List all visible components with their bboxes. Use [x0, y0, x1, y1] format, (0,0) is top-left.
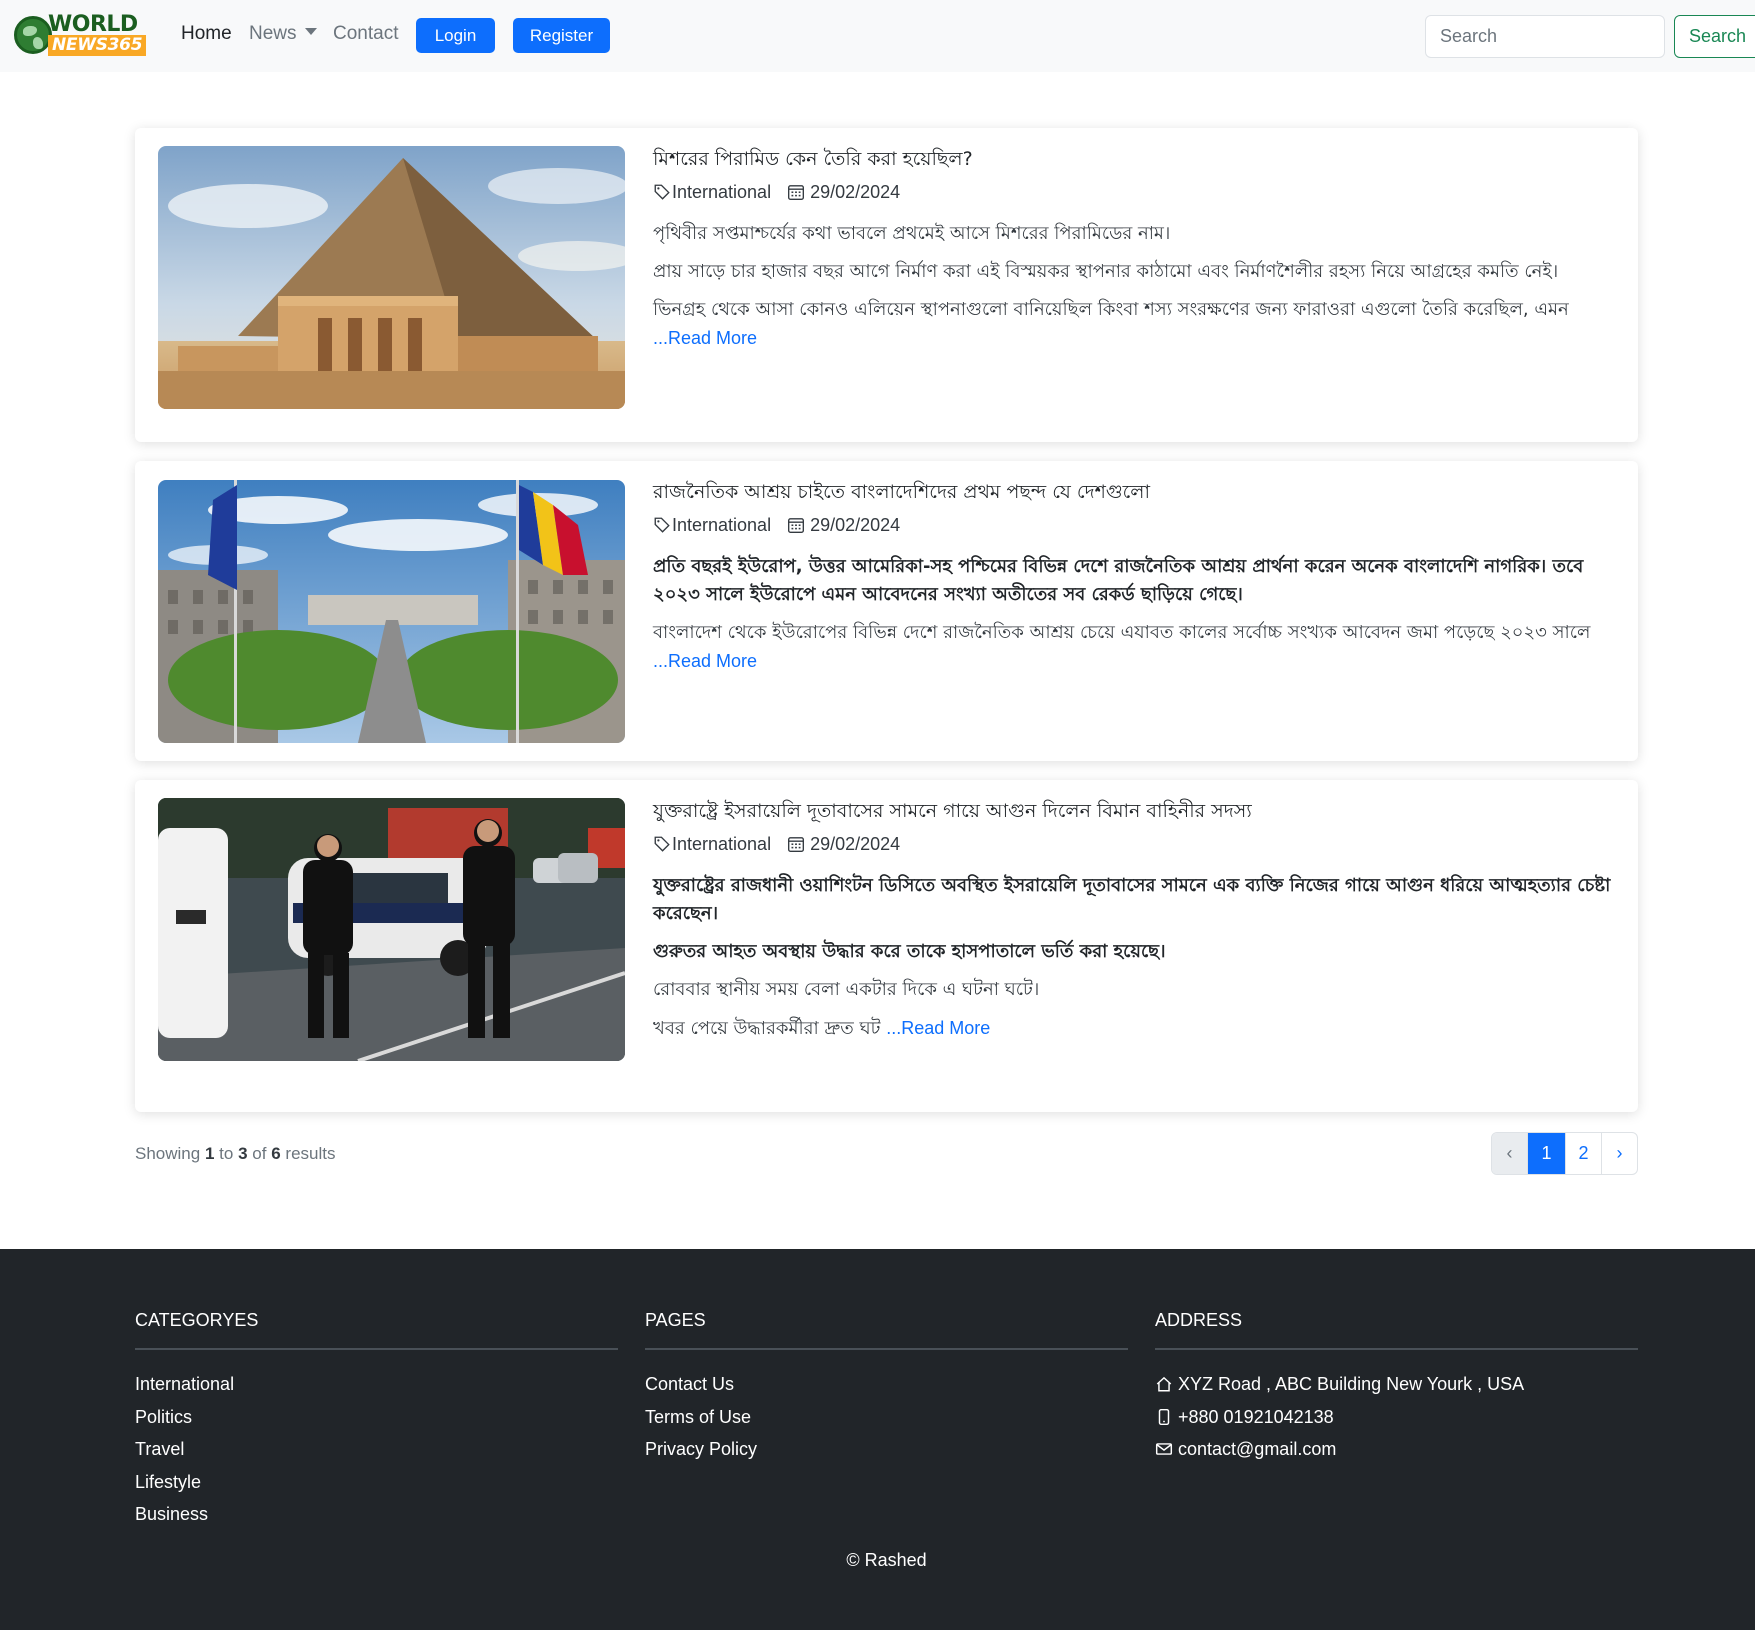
article-category[interactable]: International — [672, 515, 771, 536]
pagination-next-button[interactable]: › — [1601, 1133, 1637, 1174]
article-date: 29/02/2024 — [810, 833, 901, 854]
calendar-icon — [788, 185, 805, 200]
article-excerpt: বাংলাদেশ থেকে ইউরোপের বিভিন্ন দেশে রাজনৈ… — [653, 622, 1591, 643]
footer: CATEGORYES International Politics Travel… — [0, 1249, 1755, 1630]
pagination-prev-button[interactable]: ‹ — [1492, 1133, 1527, 1174]
article-meta: International 29/02/2024 — [653, 174, 1613, 210]
caret-down-icon — [304, 28, 317, 35]
address-phone-text: +880 01921042138 — [1178, 1406, 1334, 1427]
address-phone: +880 01921042138 — [1155, 1401, 1638, 1434]
article-card: মিশরের পিরামিড কেন তৈরি করা হয়েছিল? Int… — [135, 128, 1638, 442]
footer-address-heading: ADDRESS — [1155, 1309, 1638, 1350]
footer-pages-heading: PAGES — [645, 1309, 1128, 1350]
footer-page-link[interactable]: Terms of Use — [645, 1401, 1128, 1434]
phone-icon — [1158, 1408, 1170, 1425]
pagination-page-1[interactable]: 1 — [1527, 1133, 1565, 1174]
article-paragraph: প্রায় সাড়ে চার হাজার বছর আগে নির্মাণ ক… — [653, 261, 1559, 282]
article-meta: International 29/02/2024 — [653, 826, 1613, 862]
article-thumbnail-police[interactable] — [158, 798, 625, 1061]
of-word: of — [252, 1144, 267, 1163]
article-title[interactable]: মিশরের পিরামিড কেন তৈরি করা হয়েছিল? — [653, 144, 1613, 174]
login-button[interactable]: Login — [416, 18, 495, 53]
globe-icon — [14, 16, 52, 54]
calendar-icon — [788, 837, 805, 852]
results-total: 6 — [271, 1144, 281, 1163]
article-title[interactable]: রাজনৈতিক আশ্রয় চাইতে বাংলাদেশিদের প্রথম… — [653, 477, 1613, 507]
house-icon — [1156, 1377, 1172, 1392]
nav-home-link[interactable]: Home — [181, 22, 232, 46]
pagination-page-2[interactable]: 2 — [1565, 1133, 1601, 1174]
article-card: যুক্তরাষ্ট্রে ইসরায়েলি দূতাবাসের সামনে … — [135, 780, 1638, 1112]
article-excerpt: খবর পেয়ে উদ্ধারকর্মীরা দ্রুত ঘট — [653, 1018, 881, 1039]
article-thumbnail-pyramid[interactable] — [158, 146, 625, 409]
article-category[interactable]: International — [672, 834, 771, 855]
article-paragraph: রোববার স্থানীয় সময় বেলা একটার দিকে এ ঘ… — [653, 979, 1040, 1000]
address-email-text[interactable]: contact@gmail.com — [1178, 1433, 1336, 1466]
read-more-link[interactable]: ...Read More — [886, 1018, 990, 1038]
search-input[interactable] — [1425, 15, 1665, 58]
register-button[interactable]: Register — [513, 18, 610, 53]
results-summary: Showing 1 to 3 of 6 results — [135, 1143, 335, 1165]
tag-icon — [654, 836, 670, 852]
search-button[interactable]: Search — [1674, 15, 1755, 58]
article-paragraph: পৃথিবীর সপ্তমাশ্চর্যের কথা ভাবলে প্রথমেই… — [653, 223, 1171, 244]
article-card: রাজনৈতিক আশ্রয় চাইতে বাংলাদেশিদের প্রথম… — [135, 461, 1638, 761]
article-lead: প্রতি বছরই ইউরোপ, উত্তর আমেরিকা-সহ পশ্চি… — [653, 556, 1584, 605]
police-officers-photo — [158, 798, 625, 1061]
pagination: ‹ 1 2 › — [1491, 1132, 1638, 1175]
tag-icon — [654, 517, 670, 533]
envelope-icon — [1155, 1443, 1173, 1456]
address-email: contact@gmail.com — [1155, 1433, 1638, 1466]
article-paragraph: ভিনগ্রহ থেকে আসা কোনও এলিয়েন স্থাপনাগুল… — [653, 296, 1613, 353]
footer-address: ADDRESS XYZ Road , ABC Building New Your… — [1155, 1309, 1638, 1466]
boulevard-flags-photo — [158, 480, 625, 743]
article-lead: গুরুতর আহত অবস্থায় উদ্ধার করে তাকে হাসপ… — [653, 941, 1166, 962]
footer-categories-heading: CATEGORYES — [135, 1309, 618, 1350]
tag-icon — [654, 184, 670, 200]
nav-news-label: News — [249, 23, 297, 44]
article-category[interactable]: International — [672, 182, 771, 203]
results-word: results — [285, 1144, 336, 1163]
to-word: to — [219, 1144, 234, 1163]
site-logo[interactable]: WORLD NEWS365 — [14, 14, 152, 56]
article-title[interactable]: যুক্তরাষ্ট্রে ইসরায়েলি দূতাবাসের সামনে … — [653, 796, 1613, 826]
article-body: রাজনৈতিক আশ্রয় চাইতে বাংলাদেশিদের প্রথম… — [653, 477, 1613, 676]
results-from: 1 — [204, 1144, 215, 1163]
showing-word: Showing — [135, 1144, 201, 1163]
read-more-link[interactable]: ...Read More — [653, 328, 757, 348]
nav-news-dropdown[interactable]: News — [249, 22, 317, 46]
logo-text-news365: NEWS365 — [48, 35, 147, 56]
footer-categories: CATEGORYES International Politics Travel… — [135, 1309, 618, 1531]
footer-page-link[interactable]: Privacy Policy — [645, 1433, 1128, 1466]
footer-category-link[interactable]: Politics — [135, 1401, 618, 1434]
article-lead: যুক্তরাষ্ট্রের রাজধানী ওয়াশিংটন ডিসিতে … — [653, 875, 1611, 924]
navbar: WORLD NEWS365 Home News Contact Login Re… — [0, 0, 1755, 72]
article-paragraph: বাংলাদেশ থেকে ইউরোপের বিভিন্ন দেশে রাজনৈ… — [653, 619, 1613, 676]
footer-page-link[interactable]: Contact Us — [645, 1368, 1128, 1401]
copyright: © Rashed — [846, 1550, 927, 1570]
address-street-text: XYZ Road , ABC Building New Yourk , USA — [1178, 1374, 1525, 1394]
article-body: যুক্তরাষ্ট্রে ইসরায়েলি দূতাবাসের সামনে … — [653, 796, 1613, 1043]
footer-category-link[interactable]: Business — [135, 1498, 618, 1531]
logo-text-world: WORLD — [48, 12, 138, 37]
nav-contact-link[interactable]: Contact — [333, 22, 398, 46]
article-body: মিশরের পিরামিড কেন তৈরি করা হয়েছিল? Int… — [653, 144, 1613, 353]
article-date: 29/02/2024 — [810, 181, 901, 202]
address-street: XYZ Road , ABC Building New Yourk , USA — [1155, 1368, 1638, 1401]
calendar-icon — [788, 518, 805, 533]
footer-category-link[interactable]: Lifestyle — [135, 1466, 618, 1499]
article-excerpt: ভিনগ্রহ থেকে আসা কোনও এলিয়েন স্থাপনাগুল… — [653, 299, 1569, 320]
article-meta: International 29/02/2024 — [653, 507, 1613, 543]
article-date: 29/02/2024 — [810, 514, 901, 535]
pyramid-photo — [158, 146, 625, 409]
footer-pages: PAGES Contact Us Terms of Use Privacy Po… — [645, 1309, 1128, 1466]
article-paragraph: খবর পেয়ে উদ্ধারকর্মীরা দ্রুত ঘট ...Read… — [653, 1014, 1613, 1043]
footer-category-link[interactable]: Travel — [135, 1433, 618, 1466]
footer-category-link[interactable]: International — [135, 1368, 618, 1401]
article-thumbnail-boulevard[interactable] — [158, 480, 625, 743]
results-to: 3 — [238, 1144, 248, 1163]
read-more-link[interactable]: ...Read More — [653, 651, 757, 671]
